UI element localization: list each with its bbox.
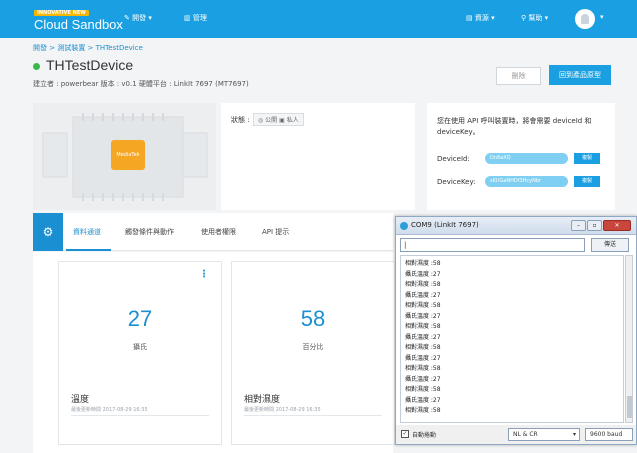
api-credentials-card: 您在使用 API 呼叫裝置時，將會需要 deviceId 和 deviceKey… <box>427 103 615 210</box>
serial-input[interactable]: | <box>400 238 585 252</box>
card-divider <box>71 415 209 416</box>
api-hint: 您在使用 API 呼叫裝置時，將會需要 deviceId 和 deviceKey… <box>437 117 592 136</box>
channel-value: 27 <box>127 306 153 331</box>
nav-manage-label: 管理 <box>192 14 207 22</box>
serial-line: 相對濕度 :58 <box>405 386 441 393</box>
channel-unit: 百分比 <box>302 343 324 351</box>
tab-triggers-actions[interactable]: 觸發條件與動作 <box>125 227 174 237</box>
device-id-value: Dn8aXQ <box>485 153 568 164</box>
channel-unit: 攝氏 <box>133 343 147 351</box>
device-board-image: MediaTek <box>33 103 216 210</box>
page-title: THTestDevice <box>33 57 133 73</box>
serial-line: 攝氏溫度 :27 <box>405 291 441 299</box>
serial-line: 攝氏溫度 :27 <box>405 375 441 383</box>
copy-device-key-button[interactable]: 複製 <box>574 176 600 187</box>
window-titlebar[interactable]: COM9 (LinkIt 7697) – ▫ ✕ <box>396 217 636 235</box>
gear-icon[interactable]: ⚙ <box>33 213 63 251</box>
board-chip: MediaTek <box>111 140 145 170</box>
nav-help[interactable]: ⚲ 幫助 ▾ <box>521 13 548 23</box>
globe-icon: ◎ <box>258 117 264 124</box>
status-card: 狀態 : ◎ 公開 ▣ 私人 <box>221 103 415 210</box>
device-key-value: sKUGaNHDf3HcyNbr <box>485 176 568 187</box>
nav-resources[interactable]: ▤ 資源 ▾ <box>466 13 495 23</box>
channel-value: 58 <box>300 306 326 331</box>
arduino-icon <box>400 222 408 230</box>
nav-help-label: 幫助 <box>528 14 543 22</box>
minimize-button[interactable]: – <box>571 220 586 231</box>
maximize-button[interactable]: ▫ <box>587 220 602 231</box>
chevron-down-icon[interactable]: ▾ <box>600 13 604 21</box>
data-channels-panel: ⋮ 27 攝氏 溫度 最後更新時間 2017-08-29 16:35 58 百分… <box>33 252 395 453</box>
serial-output: 相對濕度 :58 攝氏溫度 :27 相對濕度 :58 攝氏溫度 :27 相對濕度… <box>400 255 624 423</box>
device-name: THTestDevice <box>46 57 134 73</box>
status-label: 狀態 : <box>231 116 250 124</box>
tab-api-hints[interactable]: API 提示 <box>262 227 289 237</box>
close-button[interactable]: ✕ <box>603 220 631 231</box>
brand-name: Cloud Sandbox <box>34 17 123 32</box>
output-scrollbar[interactable] <box>625 255 633 423</box>
nav-resources-label: 資源 <box>474 14 489 22</box>
serial-line: 相對濕度 :58 <box>405 281 441 288</box>
nav-develop[interactable]: ✎ 開發 ▾ <box>124 13 152 23</box>
line-ending-select[interactable]: NL & CR ▾ <box>508 428 580 441</box>
serial-line: 相對濕度 :58 <box>405 323 441 330</box>
tabs-bar: ⚙ 資料通道 觸發條件與動作 使用者權限 API 提示 <box>33 213 393 251</box>
serial-monitor-window: COM9 (LinkIt 7697) – ▫ ✕ | 傳送 相對濕度 :58 攝… <box>395 216 637 445</box>
device-meta: 建立者 : powerbear 版本 : v0.1 硬體平台 : LinkIt … <box>33 80 249 88</box>
line-ending-value: NL & CR <box>513 431 538 438</box>
online-status-dot <box>33 62 40 70</box>
breadcrumb[interactable]: 開發 > 測試裝置 > THTestDevice <box>33 43 143 53</box>
channel-name: 相對濕度 <box>244 395 281 405</box>
tab-data-channels[interactable]: 資料通道 <box>73 227 101 237</box>
baud-rate-select[interactable]: 9600 baud <box>585 428 633 441</box>
baud-rate-value: 9600 baud <box>590 431 623 438</box>
device-id-label: DeviceId: <box>437 155 470 163</box>
chevron-down-icon: ▾ <box>572 431 576 438</box>
window-title: COM9 (LinkIt 7697) <box>411 221 479 229</box>
user-avatar[interactable] <box>575 9 595 29</box>
scrollbar-thumb[interactable] <box>627 396 632 418</box>
active-tab-indicator <box>66 249 111 251</box>
delete-button[interactable]: 刪除 <box>496 67 541 85</box>
serial-line: 攝氏溫度 :27 <box>405 354 441 362</box>
lock-icon: ▣ <box>279 117 285 124</box>
back-to-prototype-button[interactable]: 回到產品原型 <box>549 65 611 85</box>
data-channel-card-temperature: ⋮ 27 攝氏 溫度 最後更新時間 2017-08-29 16:35 <box>58 261 222 445</box>
serial-line: 相對濕度 :58 <box>405 344 441 351</box>
serial-line: 攝氏溫度 :27 <box>405 312 441 320</box>
channel-updated-time: 最後更新時間 2017-08-29 16:35 <box>244 407 321 413</box>
nav-manage[interactable]: ▥ 管理 <box>184 13 207 23</box>
visibility-public[interactable]: 公開 <box>265 117 277 124</box>
visibility-toggle[interactable]: ◎ 公開 ▣ 私人 <box>253 113 304 126</box>
channel-updated-time: 最後更新時間 2017-08-29 16:35 <box>71 407 148 413</box>
visibility-private[interactable]: 私人 <box>287 117 299 124</box>
serial-line: 相對濕度 :58 <box>405 365 441 372</box>
send-button[interactable]: 傳送 <box>591 238 629 252</box>
top-navbar: INNOVATIVE NEW Cloud Sandbox ✎ 開發 ▾ ▥ 管理… <box>0 0 637 38</box>
nav-develop-label: 開發 <box>132 14 147 22</box>
brand-logo[interactable]: INNOVATIVE NEW Cloud Sandbox <box>34 8 123 32</box>
serial-line: 攝氏溫度 :27 <box>405 270 441 278</box>
data-channel-card-humidity: 58 百分比 相對濕度 最後更新時間 2017-08-29 16:35 <box>231 261 395 445</box>
more-menu-icon[interactable]: ⋮ <box>199 269 209 280</box>
autoscroll-checkbox[interactable]: ✓ <box>401 430 409 438</box>
copy-device-id-button[interactable]: 複製 <box>574 153 600 164</box>
channel-name: 溫度 <box>71 395 90 405</box>
tab-user-permissions[interactable]: 使用者權限 <box>201 227 236 237</box>
serial-footer: ✓ 自動捲動 NL & CR ▾ 9600 baud <box>396 425 636 444</box>
autoscroll-label: 自動捲動 <box>412 432 437 439</box>
serial-line: 相對濕度 :58 <box>405 302 441 309</box>
card-divider <box>244 415 382 416</box>
serial-line: 攝氏溫度 :27 <box>405 333 441 341</box>
brand-badge: INNOVATIVE NEW <box>34 10 89 16</box>
serial-line: 相對濕度 :58 <box>405 260 441 267</box>
device-key-label: DeviceKey: <box>437 178 476 186</box>
serial-line: 攝氏溫度 :27 <box>405 396 441 404</box>
serial-line: 相對濕度 :58 <box>405 407 441 414</box>
